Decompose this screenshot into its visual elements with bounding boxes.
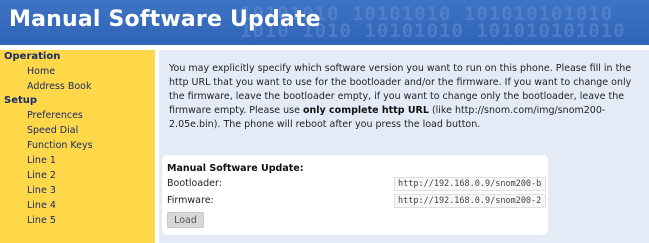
instructions-emphasis: only complete http URL bbox=[302, 105, 429, 116]
sidebar-item-line-5[interactable]: Line 5 bbox=[0, 213, 155, 228]
load-button[interactable]: Load bbox=[167, 212, 204, 228]
page-title: Manual Software Update bbox=[9, 7, 321, 32]
form-title: Manual Software Update: bbox=[167, 163, 304, 174]
bootloader-url-input[interactable] bbox=[394, 177, 546, 191]
sidebar-section-operation: Operation bbox=[4, 51, 61, 62]
sidebar-item-preferences[interactable]: Preferences bbox=[0, 108, 155, 123]
bootloader-label: Bootloader: bbox=[167, 178, 222, 189]
sidebar-item-address-book[interactable]: Address Book bbox=[0, 79, 155, 94]
update-instructions: You may explicitly specify which softwar… bbox=[169, 62, 645, 132]
sidebar-item-speed-dial[interactable]: Speed Dial bbox=[0, 123, 155, 138]
sidebar-item-line-3[interactable]: Line 3 bbox=[0, 183, 155, 198]
sidebar-item-line-2[interactable]: Line 2 bbox=[0, 168, 155, 183]
page-header: 10101010 10101010 101010101010 1010 1010… bbox=[0, 0, 649, 45]
sidebar-item-function-keys[interactable]: Function Keys bbox=[0, 138, 155, 153]
firmware-label: Firmware: bbox=[167, 195, 214, 206]
main-content: You may explicitly specify which softwar… bbox=[159, 50, 649, 243]
sidebar-item-home[interactable]: Home bbox=[0, 64, 155, 79]
sidebar-section-setup: Setup bbox=[4, 95, 38, 106]
sidebar: Operation Home Address Book Setup Prefer… bbox=[0, 50, 155, 243]
manual-update-form: Manual Software Update: Bootloader: Firm… bbox=[162, 155, 548, 235]
sidebar-item-line-4[interactable]: Line 4 bbox=[0, 198, 155, 213]
firmware-url-input[interactable] bbox=[394, 194, 546, 208]
sidebar-item-line-1[interactable]: Line 1 bbox=[0, 153, 155, 168]
